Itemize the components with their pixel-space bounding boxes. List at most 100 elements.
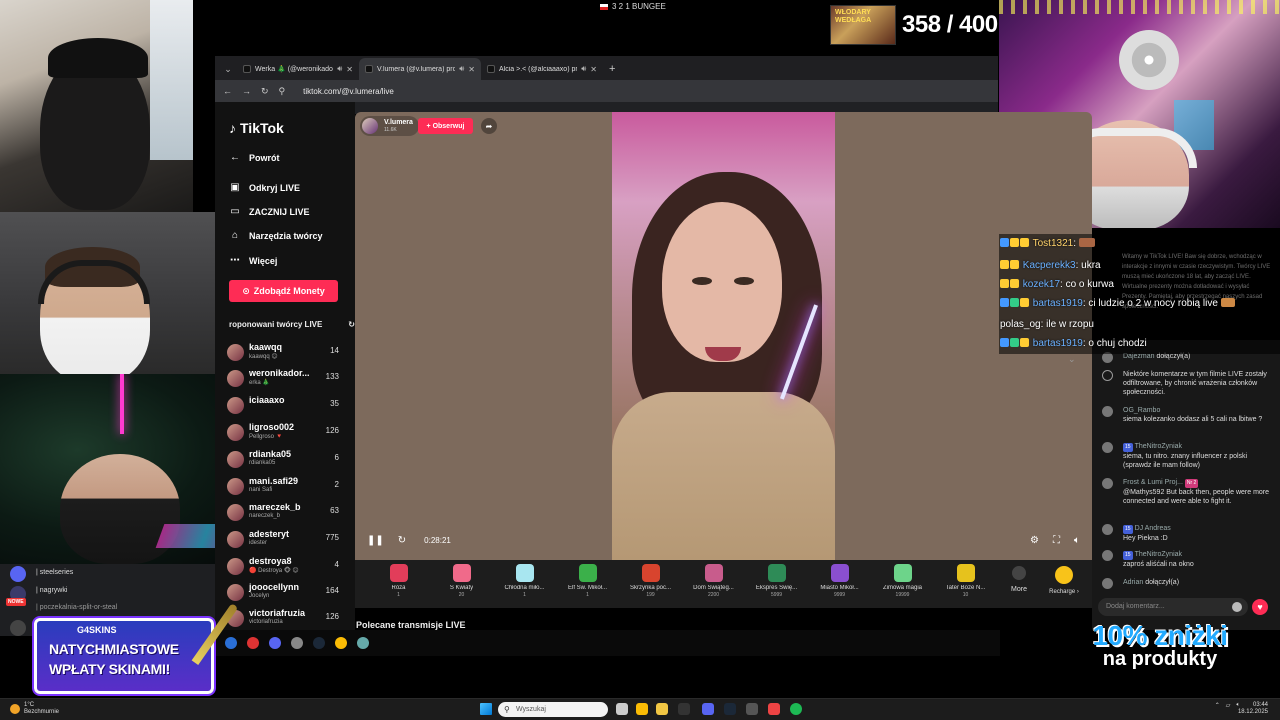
gift-item[interactable]: Róża 1 [367, 560, 430, 598]
creator-item[interactable]: mareczek_b nareczek_b 63 [225, 502, 345, 524]
windows-start-icon[interactable] [480, 703, 492, 715]
counter-thumb-label: WŁODARY WEDŁAGA [835, 9, 872, 24]
clock[interactable]: 03:44 18.12.2025 [1238, 702, 1268, 716]
refresh-icon[interactable]: ↻ [398, 535, 406, 546]
browser-icon[interactable] [768, 703, 780, 715]
creator-item[interactable]: weronikador... erka 🎄 133 [225, 368, 345, 390]
creator-item[interactable]: iciaaaxo 35 [225, 395, 345, 417]
pause-icon[interactable]: ❚❚ [367, 535, 384, 546]
settings-icon[interactable] [357, 637, 369, 649]
creator-item[interactable]: rdianka05 rdianka05 6 [225, 449, 345, 471]
chrome-icon[interactable] [335, 637, 347, 649]
close-icon[interactable]: ✕ [468, 65, 475, 74]
server-icon[interactable] [10, 566, 26, 582]
refresh-icon[interactable]: ↻ [348, 320, 355, 329]
obs-icon[interactable] [746, 703, 758, 715]
tab-search-icon[interactable]: ⌄ [219, 58, 237, 80]
nav-creator-tools[interactable]: ⌂ Narzędzia twórcy [229, 230, 323, 241]
folder-icon[interactable] [656, 703, 668, 715]
avatar [227, 397, 244, 414]
avatar [227, 558, 244, 575]
chevron-down-icon[interactable]: ⌄ [1068, 354, 1076, 365]
gift-item[interactable]: Skrzynka poc... 199 [619, 560, 682, 598]
creator-item[interactable]: destroya8 🔴 Destroya 🐵 😊 4 [225, 556, 345, 578]
chevron-up-icon[interactable]: ⌃ [1215, 702, 1220, 709]
task-view-icon[interactable] [616, 703, 628, 715]
volume-icon[interactable]: 🔈︎ [1074, 535, 1080, 546]
creator-item[interactable]: jooocellynn Jocelyn 164 [225, 582, 345, 604]
creator-name: victoriafruzia [249, 608, 306, 618]
channel-item[interactable]: | steelseries [36, 569, 73, 576]
emoji-icon[interactable] [1232, 602, 1242, 612]
chat-text: @Mathys592 But back then, people were mo… [1123, 489, 1270, 505]
gift-name: Zimowa magia [882, 585, 922, 591]
tiktok-logo[interactable]: ♪ TikTok [229, 120, 284, 136]
weather-widget[interactable]: 1°C Bezchmurnie [10, 702, 59, 716]
creator-item[interactable]: adesteryt idester 775 [225, 529, 345, 551]
creator-item[interactable]: mani.safi29 nani Safi 2 [225, 476, 345, 498]
creator-item[interactable]: kaawqq kaawqq 😊 14 [225, 342, 345, 364]
nav-more[interactable]: ⋯ Więcej [229, 255, 277, 266]
spotify-icon[interactable] [790, 703, 802, 715]
creator-item[interactable]: victoriafruzia victoriafruzia 126 [225, 608, 345, 630]
gift-item[interactable]: Zimowa magia 19999 [871, 560, 934, 598]
fullscreen-icon[interactable]: ⛶ [1053, 535, 1060, 546]
browser-tab-3[interactable]: Alcia >.< (@alciaaaxo) pro 🔊︎ ✕ [481, 58, 603, 80]
url-field[interactable]: tiktok.com/@v.lumera/live [303, 87, 394, 96]
gift-item[interactable]: S Kwiaty 20 [430, 560, 493, 598]
nav-discover-live[interactable]: ▣ Odkryj LIVE [229, 182, 300, 193]
close-icon[interactable]: ✕ [590, 65, 597, 74]
discord-icon[interactable] [702, 703, 714, 715]
speaker-icon[interactable]: 🔊︎ [459, 64, 464, 74]
nav-start-live[interactable]: ▭ ZACZNIJ LIVE [229, 206, 309, 217]
get-coins-button[interactable]: ⊙ Zdobądź Monety [229, 280, 338, 302]
record-icon[interactable] [247, 637, 259, 649]
gift-item[interactable]: Dom Świąteg... 2200 [682, 560, 745, 598]
obs-icon[interactable] [291, 637, 303, 649]
steam-icon[interactable] [313, 637, 325, 649]
heart-icon[interactable]: ♥ [1252, 599, 1268, 615]
host-info[interactable]: V.lumera 11.6K [360, 116, 419, 136]
site-info-icon[interactable]: ⚲ [279, 86, 286, 97]
viewer-count: 63 [330, 506, 339, 515]
settings-icon[interactable]: ⚙ [1030, 535, 1039, 546]
channel-item[interactable]: | poczekalnia-split-or-steal [36, 604, 117, 611]
gift-item[interactable]: Chłodna miło... 1 [493, 560, 556, 598]
gift-item[interactable]: Miasto Mikoł... 9999 [808, 560, 871, 598]
share-icon[interactable]: ➦ [481, 118, 497, 134]
more-gifts-button[interactable]: More [999, 560, 1039, 593]
browser-tab-2[interactable]: V.lumera (@v.lumera) prow 🔊︎ ✕ [359, 58, 481, 80]
gift-name: Dom Świąteg... [693, 585, 734, 591]
speaker-icon[interactable]: 🔊︎ [337, 64, 342, 74]
steam-icon[interactable] [724, 703, 736, 715]
browser-tab-1[interactable]: Werka 🎄 (@weronikadoro 🔊︎ ✕ [237, 58, 359, 80]
channel-item[interactable]: | nagrywki [36, 587, 67, 594]
discord-icon[interactable] [269, 637, 281, 649]
gift-item[interactable]: Elf Św. Mikoł... 1 [556, 560, 619, 598]
mailbox-icon [641, 564, 660, 582]
live-video-player[interactable]: V.lumera 11.6K + Obserwuj ➦ ❚❚ ↻ 0:28:21… [355, 112, 1092, 560]
follow-button[interactable]: + Obserwuj [418, 118, 473, 134]
nav-back[interactable]: ← Powrót [229, 152, 280, 163]
recharge-button[interactable]: Recharge › [1039, 560, 1089, 595]
comment-input[interactable]: Dodaj komentarz... [1098, 598, 1248, 616]
gift-item[interactable]: Ekspres Świę... 5999 [745, 560, 808, 598]
chrome-icon[interactable] [636, 703, 648, 715]
close-icon[interactable]: ✕ [346, 65, 353, 74]
live-video[interactable] [612, 112, 835, 560]
taskbar-search[interactable]: ⚲ Wyszukaj [498, 702, 608, 717]
avatar [1102, 524, 1113, 535]
reload-icon[interactable]: ↻ [261, 86, 269, 97]
tab-bar: ⌄ Werka 🎄 (@weronikadoro 🔊︎ ✕ V.lumera (… [215, 56, 998, 80]
new-tab-button[interactable]: + [609, 58, 615, 80]
windows-icon[interactable] [225, 637, 237, 649]
server-icon[interactable] [10, 620, 26, 636]
creator-item[interactable]: ligroso002 Pellgroso 🔻 126 [225, 422, 345, 444]
back-icon[interactable]: ← [223, 86, 232, 96]
forward-icon[interactable]: → [242, 86, 251, 96]
gift-item[interactable]: Tater Boże N... 10 [934, 560, 997, 598]
speaker-icon[interactable]: 🔊︎ [581, 64, 586, 74]
terminal-icon[interactable] [678, 703, 690, 715]
tab-title: Alcia >.< (@alciaaaxo) pro [499, 65, 578, 73]
network-icon[interactable]: ▱ [1226, 702, 1231, 709]
